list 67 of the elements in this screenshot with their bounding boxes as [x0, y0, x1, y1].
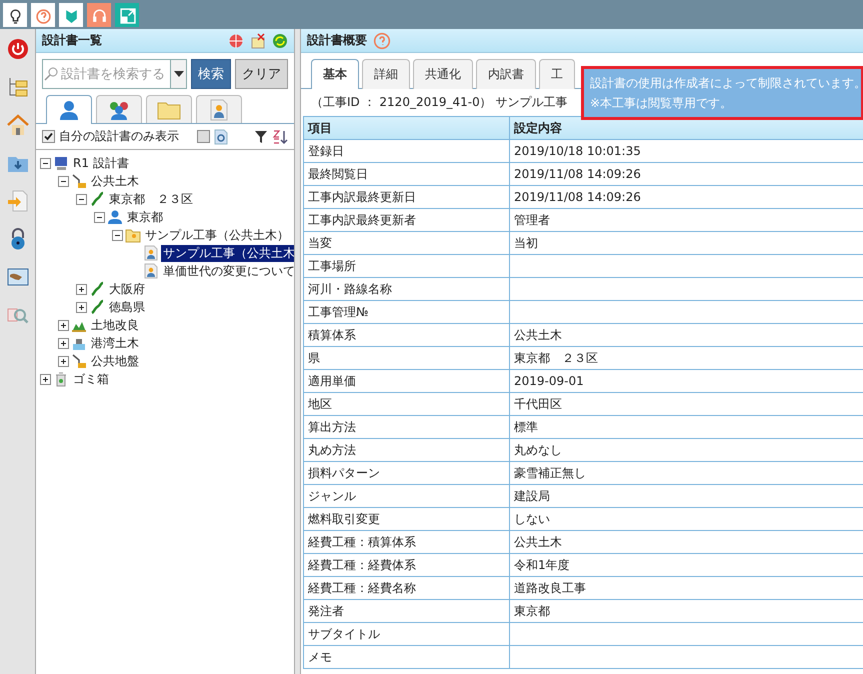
table-cell: 地区 [303, 393, 509, 415]
tab[interactable]: 共通化 [413, 59, 473, 89]
checkbox-label: 自分の設計書のみ表示 [59, 128, 179, 145]
tree-item[interactable]: ゴミ箱 [71, 370, 111, 388]
table-cell: 工事管理№ [303, 301, 509, 323]
clear-button[interactable]: クリア [235, 59, 288, 89]
tab[interactable]: 工 [539, 59, 575, 89]
table-cell: 東京都 ２３区 [509, 347, 863, 369]
table-cell: 当初 [509, 232, 863, 254]
table-cell: 河川・路線名称 [303, 278, 509, 300]
table-cell: しない [509, 508, 863, 530]
table-cell: ジャンル [303, 485, 509, 507]
panel-title: 設計書概要 [307, 32, 367, 49]
table-cell: 適用単価 [303, 370, 509, 392]
tree-item[interactable]: 東京都 ２３区 [107, 190, 195, 208]
tree-item[interactable]: 土地改良 [89, 316, 141, 334]
table-cell: 建設局 [509, 485, 863, 507]
table-cell: 道路改良工事 [509, 577, 863, 599]
table-cell: 算出方法 [303, 416, 509, 438]
table-cell: 当変 [303, 232, 509, 254]
table-cell: 損料パターン [303, 462, 509, 484]
tree-item[interactable]: R1 設計書 [71, 154, 131, 172]
table-cell: 経費工種：積算体系 [303, 531, 509, 553]
tree-item[interactable]: サンプル工事（公共土木） [143, 226, 291, 244]
tree-item[interactable]: 単価世代の変更について [161, 262, 294, 280]
table-cell: 令和1年度 [509, 554, 863, 576]
table-cell: 2019/11/08 14:09:26 [509, 163, 863, 185]
table-cell: 燃料取引変更 [303, 508, 509, 530]
construction-id: （工事ID ： 2120_2019_41-0） サンプル工事 [311, 94, 568, 111]
search-field[interactable]: 設計書を検索する [42, 59, 187, 89]
table-cell: メモ [303, 646, 509, 668]
tooltip: 設計書の使用は作成者によって制限されています。 ※本工事は閲覧専用です。 [581, 66, 863, 120]
search-button[interactable]: 検索 [191, 59, 231, 89]
table-cell: 管理者 [509, 209, 863, 231]
table-cell: 東京都 [509, 600, 863, 622]
tree-item[interactable]: 大阪府 [107, 280, 147, 298]
table-cell: サブタイトル [303, 623, 509, 645]
tree-item[interactable]: 港湾土木 [89, 334, 141, 352]
table-cell: 2019/11/08 14:09:26 [509, 186, 863, 208]
table-cell: 経費工種：経費体系 [303, 554, 509, 576]
table-cell: 工事内訳最終更新者 [303, 209, 509, 231]
table-cell: 登録日 [303, 140, 509, 162]
column-header: 項目 [303, 117, 509, 139]
table-cell: 工事場所 [303, 255, 509, 277]
table-cell: 工事内訳最終更新日 [303, 186, 509, 208]
table-cell: 最終閲覧日 [303, 163, 509, 185]
table-cell: 丸めなし [509, 439, 863, 461]
panel-title: 設計書一覧 [42, 32, 102, 49]
table-cell: 発注者 [303, 600, 509, 622]
table-cell: 経費工種：経費名称 [303, 577, 509, 599]
tree-item[interactable]: 公共地盤 [89, 352, 141, 370]
table-cell: 県 [303, 347, 509, 369]
tree-item[interactable]: 東京都 [125, 208, 165, 226]
tree-item[interactable]: 徳島県 [107, 298, 147, 316]
tab[interactable]: 基本 [311, 59, 359, 89]
table-cell: 積算体系 [303, 324, 509, 346]
table-cell: 2019-09-01 [509, 370, 863, 392]
table-cell: 標準 [509, 416, 863, 438]
table-cell: 公共土木 [509, 324, 863, 346]
table-cell: 丸め方法 [303, 439, 509, 461]
tab[interactable]: 詳細 [362, 59, 410, 89]
table-cell: 豪雪補正無し [509, 462, 863, 484]
tab[interactable]: 内訳書 [476, 59, 536, 89]
table-cell: 千代田区 [509, 393, 863, 415]
tree-item[interactable]: 公共土木 [89, 172, 141, 190]
table-cell: 2019/10/18 10:01:35 [509, 140, 863, 162]
table-cell: 公共土木 [509, 531, 863, 553]
